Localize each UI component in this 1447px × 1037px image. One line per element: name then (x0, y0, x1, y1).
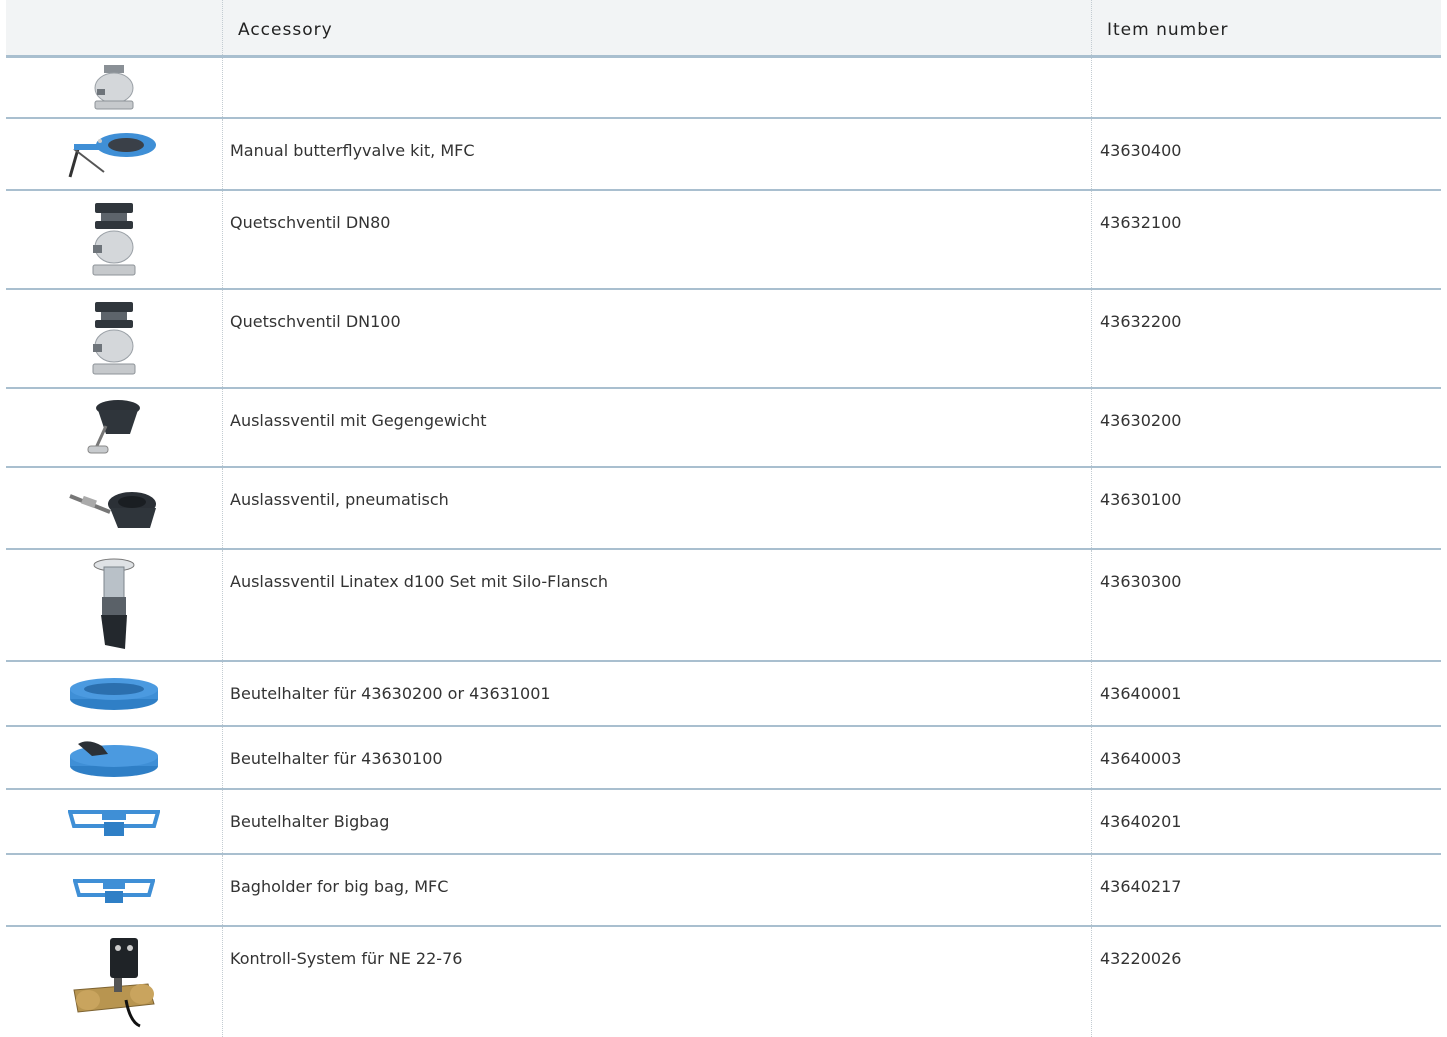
table-row[interactable]: Beutelhalter für 43630100 43640003 (6, 727, 1441, 790)
item-number: 43632100 (1100, 213, 1182, 232)
table-row[interactable]: Kontroll-System für NE 22-76 43220026 (6, 927, 1441, 1037)
accessory-name: Quetschventil DN100 (230, 312, 401, 331)
bigbag-frame-small-icon (6, 855, 222, 925)
pinch-valve-icon (6, 290, 222, 387)
item-number: 43630300 (1100, 572, 1182, 591)
item-number: 43220026 (1100, 949, 1182, 968)
table-row[interactable]: Beutelhalter Bigbag 43640201 (6, 790, 1441, 855)
counterweight-outlet-valve-icon (6, 389, 222, 466)
item-number: 43640001 (1100, 684, 1182, 703)
item-number: 43640003 (1100, 749, 1182, 768)
accessory-name: Beutelhalter für 43630100 (230, 749, 443, 768)
butterfly-valve-icon (6, 119, 222, 189)
table-row[interactable] (6, 58, 1441, 119)
accessory-name: Beutelhalter Bigbag (230, 812, 390, 831)
item-number: 43640217 (1100, 877, 1182, 896)
table-row[interactable]: Beutelhalter für 43630200 or 43631001 43… (6, 662, 1441, 727)
item-number: 43640201 (1100, 812, 1182, 831)
table-row[interactable]: Auslassventil, pneumatisch 43630100 (6, 468, 1441, 550)
accessory-column-header[interactable]: Accessory (238, 0, 333, 58)
linatex-valve-icon (6, 550, 222, 660)
accessory-name: Bagholder for big bag, MFC (230, 877, 449, 896)
bag-holder-clamp-icon (6, 727, 222, 788)
pinch-valve-icon (6, 191, 222, 288)
pneumatic-outlet-valve-icon (6, 468, 222, 548)
accessory-name: Kontroll-System für NE 22-76 (230, 949, 463, 968)
table-row[interactable]: Bagholder for big bag, MFC 43640217 (6, 855, 1441, 927)
accessory-name: Manual butterflyvalve kit, MFC (230, 141, 475, 160)
table-row[interactable]: Auslassventil mit Gegengewicht 43630200 (6, 389, 1441, 468)
item-number: 43632200 (1100, 312, 1182, 331)
accessory-name: Auslassventil mit Gegengewicht (230, 411, 487, 430)
table-row[interactable]: Quetschventil DN80 43632100 (6, 191, 1441, 290)
bigbag-frame-icon (6, 790, 222, 853)
table-row[interactable]: Auslassventil Linatex d100 Set mit Silo-… (6, 550, 1441, 662)
item-number: 43630200 (1100, 411, 1182, 430)
accessory-table: Accessory Item number Manual butterflyva… (6, 0, 1441, 1037)
control-system-icon (6, 927, 222, 1037)
item-number-column-header[interactable]: Item number (1107, 0, 1228, 58)
bag-holder-ring-icon (6, 662, 222, 725)
item-number: 43630400 (1100, 141, 1182, 160)
accessory-name: Auslassventil Linatex d100 Set mit Silo-… (230, 572, 609, 591)
accessory-name: Beutelhalter für 43630200 or 43631001 (230, 684, 551, 703)
valve-bottom-partial-icon (6, 58, 222, 117)
accessory-name: Quetschventil DN80 (230, 213, 391, 232)
accessory-name: Auslassventil, pneumatisch (230, 490, 449, 509)
item-number: 43630100 (1100, 490, 1182, 509)
table-row[interactable]: Quetschventil DN100 43632200 (6, 290, 1441, 389)
table-header: Accessory Item number (6, 0, 1441, 58)
table-row[interactable]: Manual butterflyvalve kit, MFC 43630400 (6, 119, 1441, 191)
